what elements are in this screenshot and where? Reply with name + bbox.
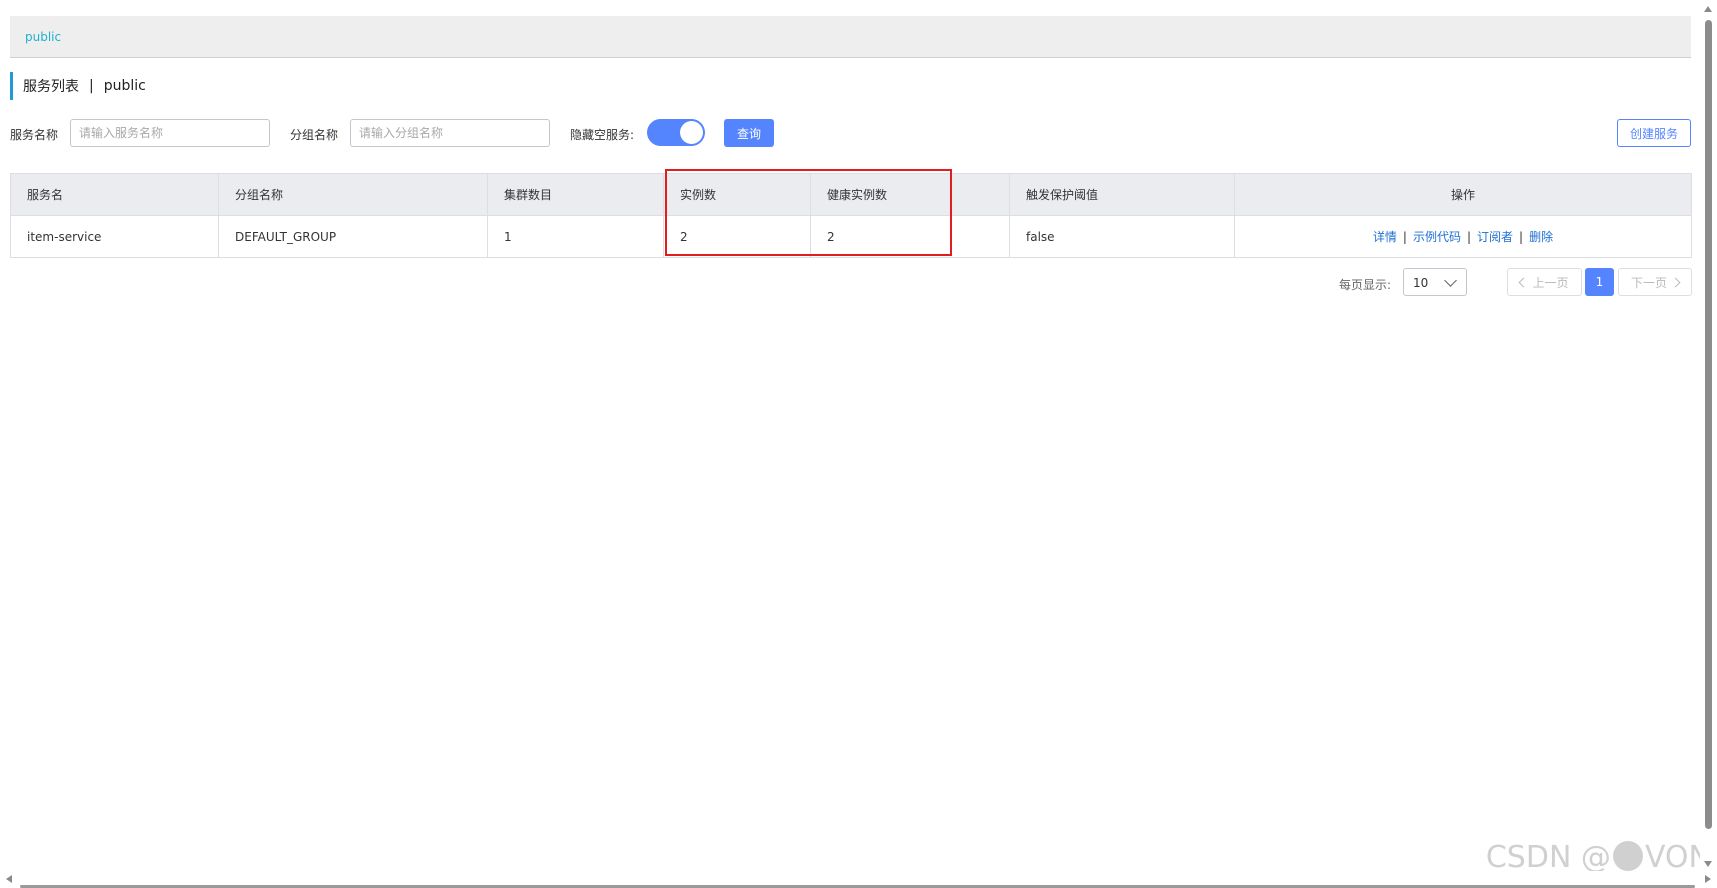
- group-name-label: 分组名称: [290, 128, 339, 142]
- namespace-public-link[interactable]: public: [25, 30, 61, 44]
- table-row: item-service DEFAULT_GROUP 1 2 2 false 详…: [10, 215, 1692, 258]
- page-size-select[interactable]: 10: [1403, 268, 1467, 296]
- col-header-instances: 实例数: [663, 173, 811, 216]
- detail-link[interactable]: 详情: [1373, 230, 1397, 244]
- page-title-text: 服务列表: [23, 79, 79, 95]
- csdn-watermark: CSDN @ VON: [1486, 840, 1711, 875]
- service-name-label: 服务名称: [10, 128, 59, 142]
- query-button[interactable]: 查询: [724, 119, 774, 147]
- service-name-input[interactable]: [70, 119, 270, 147]
- scroll-up-arrow-icon[interactable]: [1704, 6, 1712, 12]
- col-header-actions: 操作: [1234, 173, 1692, 216]
- hide-empty-toggle[interactable]: [647, 119, 705, 146]
- toggle-knob: [680, 121, 703, 144]
- chevron-down-icon: [1444, 274, 1457, 287]
- delete-link[interactable]: 删除: [1529, 230, 1553, 244]
- page: public 服务列表 | public 服务名称 分组名称 隐藏空服务: 查询…: [0, 0, 1717, 888]
- group-name-input[interactable]: [350, 119, 550, 147]
- col-header-group: 分组名称: [218, 173, 488, 216]
- chevron-left-icon: [1519, 277, 1529, 287]
- scroll-right-arrow-icon[interactable]: [1705, 875, 1711, 883]
- next-page-button[interactable]: 下一页: [1618, 268, 1692, 296]
- col-header-clusters: 集群数目: [487, 173, 664, 216]
- cell-instance-count: 2: [663, 215, 811, 258]
- service-table: 服务名 分组名称 集群数目 实例数 健康实例数 触发保护阈值 操作 item-s…: [10, 173, 1692, 258]
- prev-page-label: 上一页: [1532, 275, 1569, 290]
- action-separator: |: [1466, 230, 1472, 244]
- filter-row: 服务名称 分组名称 隐藏空服务: 查询 创建服务: [10, 119, 1691, 147]
- scroll-left-arrow-icon[interactable]: [6, 875, 12, 883]
- col-header-threshold: 触发保护阈值: [1009, 173, 1235, 216]
- chevron-right-icon: [1670, 277, 1681, 287]
- watermark-left: CSDN @: [1485, 840, 1611, 875]
- prev-page-button[interactable]: 上一页: [1507, 268, 1582, 296]
- sample-code-link[interactable]: 示例代码: [1413, 230, 1461, 244]
- horizontal-scrollbar[interactable]: [0, 871, 1717, 888]
- subscribers-link[interactable]: 订阅者: [1477, 230, 1513, 244]
- page-title: 服务列表 | public: [10, 72, 146, 100]
- cell-service-name: item-service: [10, 215, 219, 258]
- vertical-scroll-thumb[interactable]: [1705, 20, 1712, 829]
- cell-group-name: DEFAULT_GROUP: [218, 215, 488, 258]
- col-header-service: 服务名: [10, 173, 219, 216]
- cell-healthy-count: 2: [810, 215, 1010, 258]
- cell-cluster-count: 1: [487, 215, 664, 258]
- page-title-namespace: public: [103, 78, 146, 94]
- table-header-row: 服务名 分组名称 集群数目 实例数 健康实例数 触发保护阈值 操作: [10, 173, 1692, 216]
- cell-actions: 详情 | 示例代码 | 订阅者 | 删除: [1234, 215, 1692, 258]
- create-service-button[interactable]: 创建服务: [1617, 119, 1691, 147]
- page-1-button[interactable]: 1: [1585, 268, 1614, 296]
- scroll-down-arrow-icon[interactable]: [1704, 861, 1712, 867]
- title-separator: |: [89, 78, 94, 94]
- watermark-avatar-dot: [1612, 841, 1643, 871]
- action-separator: |: [1519, 230, 1524, 244]
- page-size-value: 10: [1413, 276, 1429, 290]
- cell-threshold: false: [1009, 215, 1235, 258]
- action-separator: |: [1402, 230, 1407, 244]
- namespace-bar: public: [10, 16, 1691, 58]
- col-header-healthy: 健康实例数: [810, 173, 1010, 216]
- vertical-scrollbar[interactable]: [1700, 0, 1717, 871]
- page-size-label: 每页显示:: [1339, 278, 1392, 292]
- hide-empty-label: 隐藏空服务:: [570, 128, 635, 142]
- next-page-label: 下一页: [1630, 275, 1667, 290]
